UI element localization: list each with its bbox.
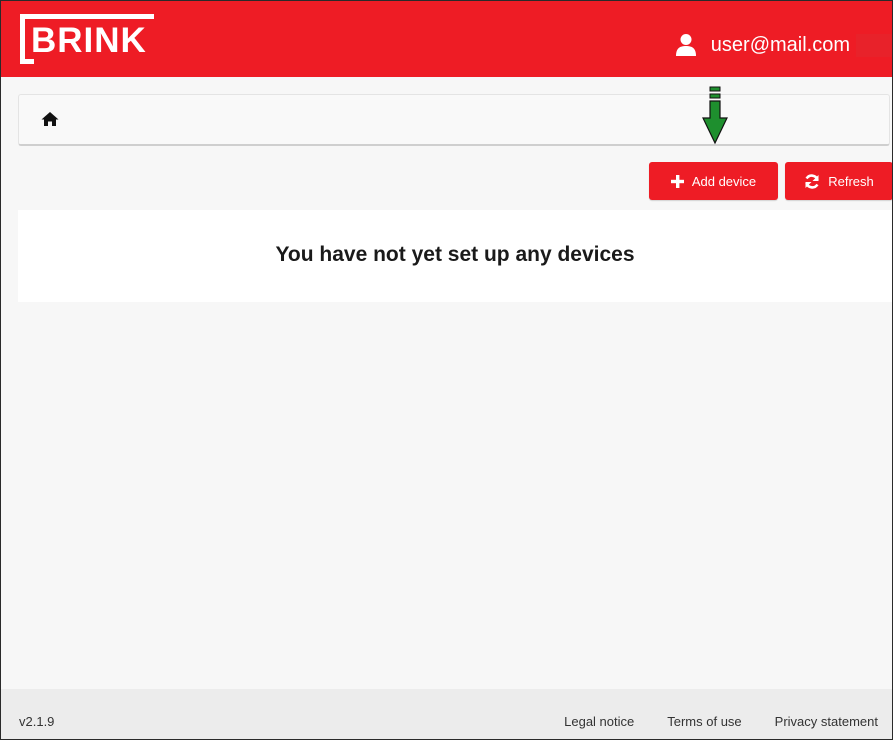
app-window: BRINK user@mail.com Add device Refresh Y… bbox=[0, 0, 893, 740]
legal-notice-link[interactable]: Legal notice bbox=[564, 714, 634, 729]
add-device-label: Add device bbox=[691, 173, 757, 189]
plus-icon bbox=[670, 174, 684, 188]
refresh-label: Refresh bbox=[828, 173, 874, 189]
terms-of-use-link[interactable]: Terms of use bbox=[667, 714, 741, 729]
top-bar: BRINK user@mail.com bbox=[1, 1, 892, 77]
logo-text: BRINK bbox=[31, 21, 147, 60]
user-icon bbox=[675, 34, 696, 56]
empty-state-panel: You have not yet set up any devices bbox=[18, 210, 892, 302]
footer-links: Legal notice Terms of use Privacy statem… bbox=[531, 714, 878, 729]
empty-state-message: You have not yet set up any devices bbox=[275, 242, 635, 266]
user-email[interactable]: user@mail.com bbox=[710, 33, 892, 57]
user-menu[interactable]: user@mail.com bbox=[675, 29, 892, 61]
refresh-icon bbox=[805, 173, 819, 189]
brink-logo[interactable]: BRINK bbox=[20, 14, 154, 64]
add-device-button[interactable]: Add device bbox=[649, 162, 778, 200]
breadcrumb bbox=[18, 94, 890, 146]
refresh-button[interactable]: Refresh bbox=[785, 162, 892, 200]
version-label: v2.1.9 bbox=[19, 714, 55, 729]
footer: v2.1.9 Legal notice Terms of use Privacy… bbox=[1, 689, 892, 739]
down-arrow-icon bbox=[702, 86, 728, 145]
home-icon[interactable] bbox=[41, 111, 59, 127]
privacy-statement-link[interactable]: Privacy statement bbox=[775, 714, 878, 729]
